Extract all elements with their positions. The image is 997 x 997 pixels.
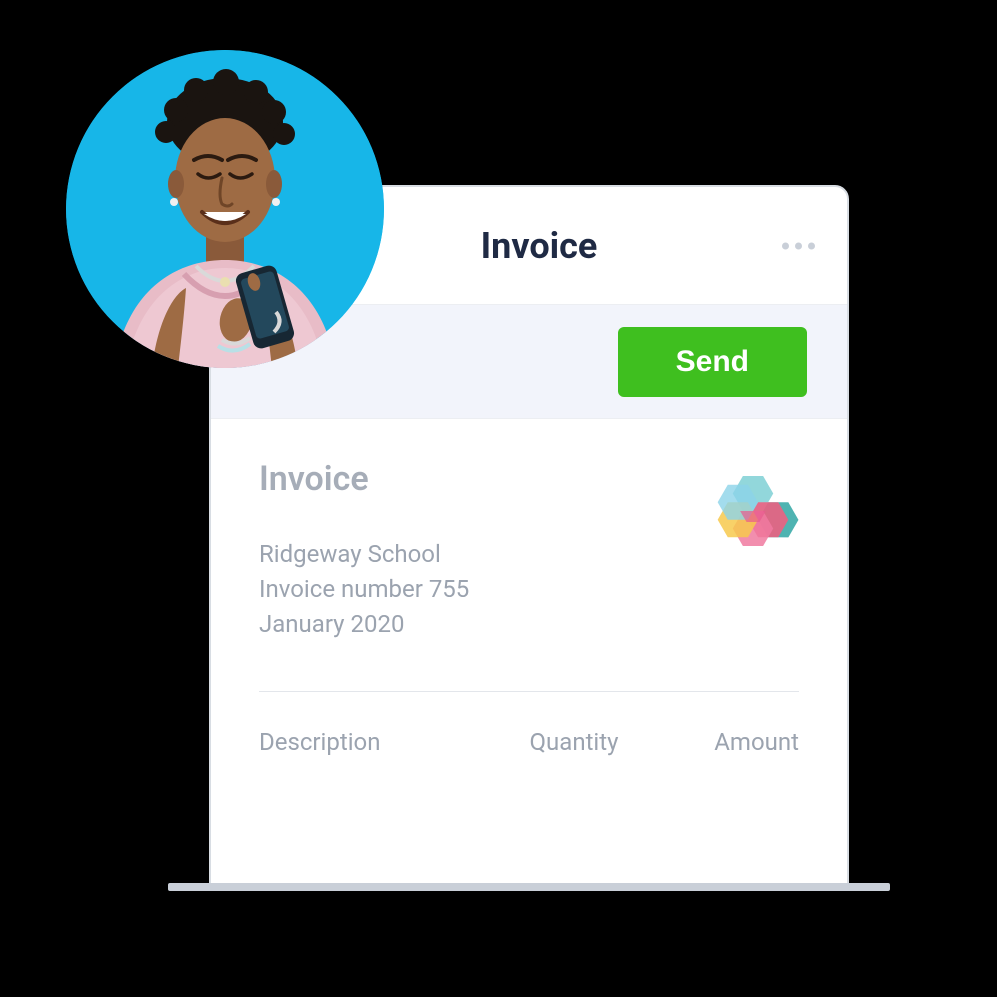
avatar	[66, 50, 384, 368]
invoice-number: Invoice number 755	[259, 572, 469, 607]
hex-logo-icon	[707, 465, 799, 557]
document-meta-lines: Ridgeway School Invoice number 755 Janua…	[259, 537, 469, 641]
card-title: Invoice	[481, 225, 598, 267]
document-title: Invoice	[259, 459, 469, 499]
invoice-meta: Invoice Ridgeway School Invoice number 7…	[259, 459, 469, 641]
column-quantity: Quantity	[499, 728, 649, 756]
column-description: Description	[259, 728, 499, 756]
invoice-body-top: Invoice Ridgeway School Invoice number 7…	[259, 459, 799, 641]
more-icon[interactable]	[782, 242, 815, 249]
invoice-body: Invoice Ridgeway School Invoice number 7…	[211, 419, 847, 756]
base-shadow	[168, 883, 890, 891]
column-amount: Amount	[649, 728, 799, 756]
invoice-date: January 2020	[259, 607, 469, 642]
client-name: Ridgeway School	[259, 537, 469, 572]
send-button[interactable]: Send	[618, 327, 807, 397]
table-header: Description Quantity Amount	[259, 692, 799, 756]
